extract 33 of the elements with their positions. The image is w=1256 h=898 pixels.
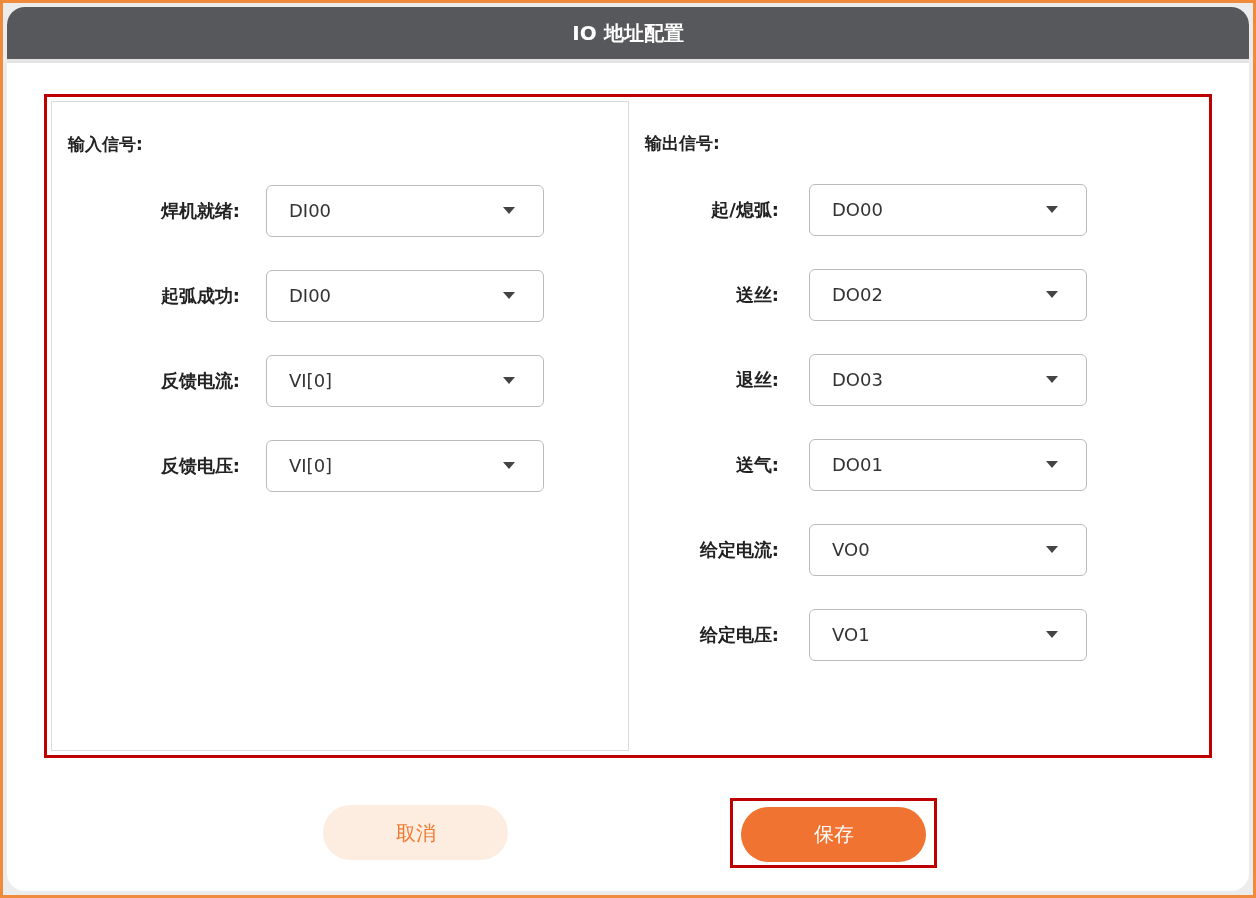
select-field[interactable]: VO1 bbox=[809, 608, 1087, 661]
field-label: 给定电压: bbox=[699, 623, 779, 647]
select-field[interactable]: DI00 bbox=[266, 269, 544, 322]
field-label: 起/熄弧: bbox=[711, 198, 779, 222]
select-field[interactable]: VI[0] bbox=[266, 439, 544, 492]
field-label: 退丝: bbox=[735, 368, 779, 392]
field-label: 反馈电压: bbox=[160, 454, 240, 478]
caret-icon bbox=[1046, 546, 1058, 553]
caret-icon bbox=[503, 462, 515, 469]
field-label: 反馈电流: bbox=[160, 369, 240, 393]
caret-icon bbox=[503, 377, 515, 384]
select-field[interactable]: VO0 bbox=[809, 523, 1087, 576]
field-label: 给定电流: bbox=[699, 538, 779, 562]
section-heading: 输入信号: bbox=[68, 133, 143, 156]
select-field[interactable]: DO03 bbox=[809, 353, 1087, 406]
field-label: 送气: bbox=[735, 453, 779, 477]
caret-icon bbox=[1046, 631, 1058, 638]
section-heading: 输出信号: bbox=[645, 132, 720, 155]
select-field[interactable]: DO01 bbox=[809, 438, 1087, 491]
dialog-title: IO 地址配置 bbox=[572, 20, 684, 47]
caret-icon bbox=[1046, 206, 1058, 213]
caret-icon bbox=[1046, 291, 1058, 298]
select-field[interactable]: DO00 bbox=[809, 183, 1087, 236]
caret-icon bbox=[1046, 461, 1058, 468]
field-label: 起弧成功: bbox=[160, 284, 240, 308]
select-field[interactable]: DO02 bbox=[809, 268, 1087, 321]
field-label: 焊机就绪: bbox=[160, 199, 240, 223]
caret-icon bbox=[503, 207, 515, 214]
caret-icon bbox=[1046, 376, 1058, 383]
field-label: 送丝: bbox=[735, 283, 779, 307]
select-field[interactable]: DI00 bbox=[266, 184, 544, 237]
select-field[interactable]: VI[0] bbox=[266, 354, 544, 407]
caret-icon bbox=[503, 292, 515, 299]
